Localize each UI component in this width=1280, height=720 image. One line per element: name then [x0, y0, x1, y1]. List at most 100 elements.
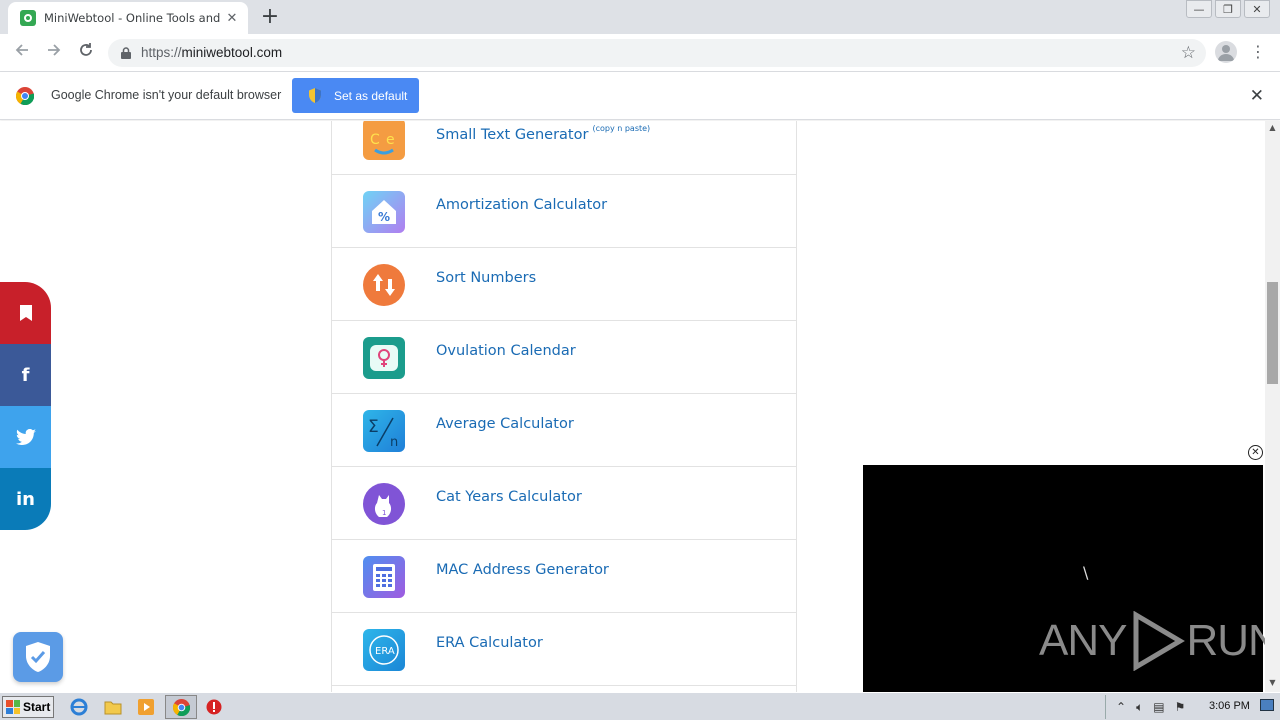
url-text: https://miniwebtool.com: [141, 45, 282, 60]
lock-icon: [121, 47, 131, 59]
twitter-icon: [15, 429, 36, 445]
shield-check-icon: [26, 642, 50, 672]
list-item[interactable]: ERA ERA Calculator: [332, 613, 796, 686]
house-percent-icon: %: [363, 191, 405, 233]
loading-indicator: \: [1083, 563, 1089, 582]
bookmark-icon: [19, 305, 32, 321]
linkedin-share-button[interactable]: in: [0, 468, 51, 530]
ie-icon[interactable]: [70, 698, 88, 716]
infobar-close-icon[interactable]: ✕: [1250, 86, 1264, 106]
reload-icon[interactable]: [74, 41, 98, 65]
svg-text:ERA: ERA: [375, 646, 395, 657]
action-center-flag-icon[interactable]: ⚑: [1175, 700, 1186, 714]
scroll-down-arrow-icon[interactable]: ▼: [1265, 678, 1280, 690]
tool-link[interactable]: Sort Numbers: [436, 270, 536, 286]
cat-icon: 1: [363, 483, 405, 525]
sort-arrows-icon: [363, 264, 405, 306]
minimize-button[interactable]: —: [1186, 0, 1212, 18]
address-bar[interactable]: https://miniwebtool.com ☆: [108, 39, 1206, 67]
scroll-up-arrow-icon[interactable]: ▲: [1265, 123, 1280, 135]
set-as-default-button[interactable]: Set as default: [292, 78, 419, 113]
bookmark-button[interactable]: [0, 282, 51, 344]
svg-text:1: 1: [382, 509, 386, 517]
page-scrollbar[interactable]: ▲ ▼: [1265, 121, 1280, 692]
list-item[interactable]: MAC Address Generator: [332, 540, 796, 613]
chrome-taskbar-button[interactable]: [165, 695, 197, 719]
mac-icon: [363, 556, 405, 598]
windows-taskbar: Start ⌃ 🔈︎ ▤ ⚑ 3:06 PM: [0, 692, 1280, 720]
tool-link[interactable]: Cat Years Calculator: [436, 489, 582, 505]
list-item[interactable]: Sort Numbers: [332, 248, 796, 321]
list-item[interactable]: 1 Cat Years Calculator: [332, 467, 796, 540]
volume-icon[interactable]: 🔈︎: [1136, 700, 1143, 715]
system-tray: ⌃ 🔈︎ ▤ ⚑: [1105, 695, 1278, 719]
tab-title: MiniWebtool - Online Tools and Calcu: [44, 11, 224, 25]
profile-avatar[interactable]: [1215, 41, 1237, 63]
back-arrow-icon[interactable]: [10, 41, 34, 65]
svg-text:Σ: Σ: [368, 417, 379, 437]
tab-strip: MiniWebtool - Online Tools and Calcu ✕ +…: [0, 0, 1280, 34]
page-viewport: Ce Small Text Generator (copy n paste) % …: [0, 121, 1280, 692]
tool-list: Ce Small Text Generator (copy n paste) % …: [331, 121, 797, 692]
tool-link[interactable]: Amortization Calculator: [436, 197, 607, 213]
menu-dots-icon[interactable]: ⋮: [1250, 40, 1266, 64]
stop-sign-icon[interactable]: [205, 698, 223, 716]
new-tab-button[interactable]: +: [258, 6, 282, 30]
bookmark-star-icon[interactable]: ☆: [1181, 43, 1196, 63]
browser-toolbar: https://miniwebtool.com ☆ ⋮: [0, 34, 1280, 72]
svg-text:%: %: [378, 210, 390, 224]
gear-favicon-icon: [20, 10, 36, 26]
windows-flag-icon: [6, 700, 20, 714]
facebook-share-button[interactable]: f: [0, 344, 51, 406]
network-icon[interactable]: ▤: [1153, 700, 1164, 714]
shield-check-button[interactable]: [13, 632, 63, 682]
twitter-share-button[interactable]: [0, 406, 51, 468]
default-browser-infobar: Google Chrome isn't your default browser…: [0, 72, 1280, 120]
set-as-default-label: Set as default: [334, 88, 408, 103]
folder-icon[interactable]: [104, 698, 122, 716]
tab-close-icon[interactable]: ✕: [224, 11, 240, 26]
facebook-icon: f: [21, 364, 30, 386]
list-item[interactable]: Ovulation Calendar: [332, 321, 796, 394]
start-label: Start: [23, 700, 51, 714]
small-text-icon: Ce: [363, 121, 405, 160]
tool-link[interactable]: Ovulation Calendar: [436, 343, 576, 359]
url-protocol: https://: [141, 45, 182, 60]
tool-link-note: (copy n paste): [592, 124, 651, 133]
share-rail: f in: [0, 282, 51, 530]
list-item[interactable]: Σn Average Calculator: [332, 394, 796, 467]
browser-tab[interactable]: MiniWebtool - Online Tools and Calcu ✕: [8, 2, 248, 34]
taskbar-clock[interactable]: 3:06 PM: [1209, 700, 1250, 712]
anyrun-watermark: ANY RUN: [1039, 611, 1280, 671]
forward-arrow-icon[interactable]: [42, 41, 66, 65]
svg-text:n: n: [390, 435, 398, 450]
start-button[interactable]: Start: [2, 696, 54, 718]
list-item[interactable]: Ce Small Text Generator (copy n paste): [332, 121, 796, 175]
svg-text:e: e: [386, 132, 395, 148]
tray-expand-icon[interactable]: ⌃: [1116, 700, 1126, 714]
scroll-thumb[interactable]: [1267, 282, 1278, 384]
svg-text:C: C: [370, 132, 380, 148]
tool-link[interactable]: Small Text Generator (copy n paste): [436, 124, 650, 143]
url-host: miniwebtool.com: [181, 45, 283, 60]
list-item[interactable]: % Amortization Calculator: [332, 175, 796, 248]
media-player-icon[interactable]: [137, 698, 155, 716]
baseball-icon: ERA: [363, 629, 405, 671]
tool-link[interactable]: ERA Calculator: [436, 635, 543, 651]
close-window-button[interactable]: ✕: [1244, 0, 1270, 18]
restore-button[interactable]: ❐: [1215, 0, 1241, 18]
tool-link[interactable]: Average Calculator: [436, 416, 574, 432]
watermark-text-left: ANY: [1039, 616, 1127, 665]
linkedin-icon: in: [16, 488, 35, 510]
tool-link-text: Small Text Generator: [436, 127, 589, 143]
video-player[interactable]: \ ANY RUN: [863, 465, 1280, 692]
tool-link[interactable]: MAC Address Generator: [436, 562, 609, 578]
play-logo-icon: [1133, 611, 1186, 671]
show-desktop-icon[interactable]: [1260, 699, 1274, 711]
infobar-message: Google Chrome isn't your default browser: [51, 88, 282, 102]
sigma-icon: Σn: [363, 410, 405, 452]
video-close-icon[interactable]: ✕: [1248, 445, 1263, 460]
female-symbol-icon: [363, 337, 405, 379]
window-controls: — ❐ ✕: [1183, 0, 1270, 18]
uac-shield-icon: [309, 88, 321, 103]
